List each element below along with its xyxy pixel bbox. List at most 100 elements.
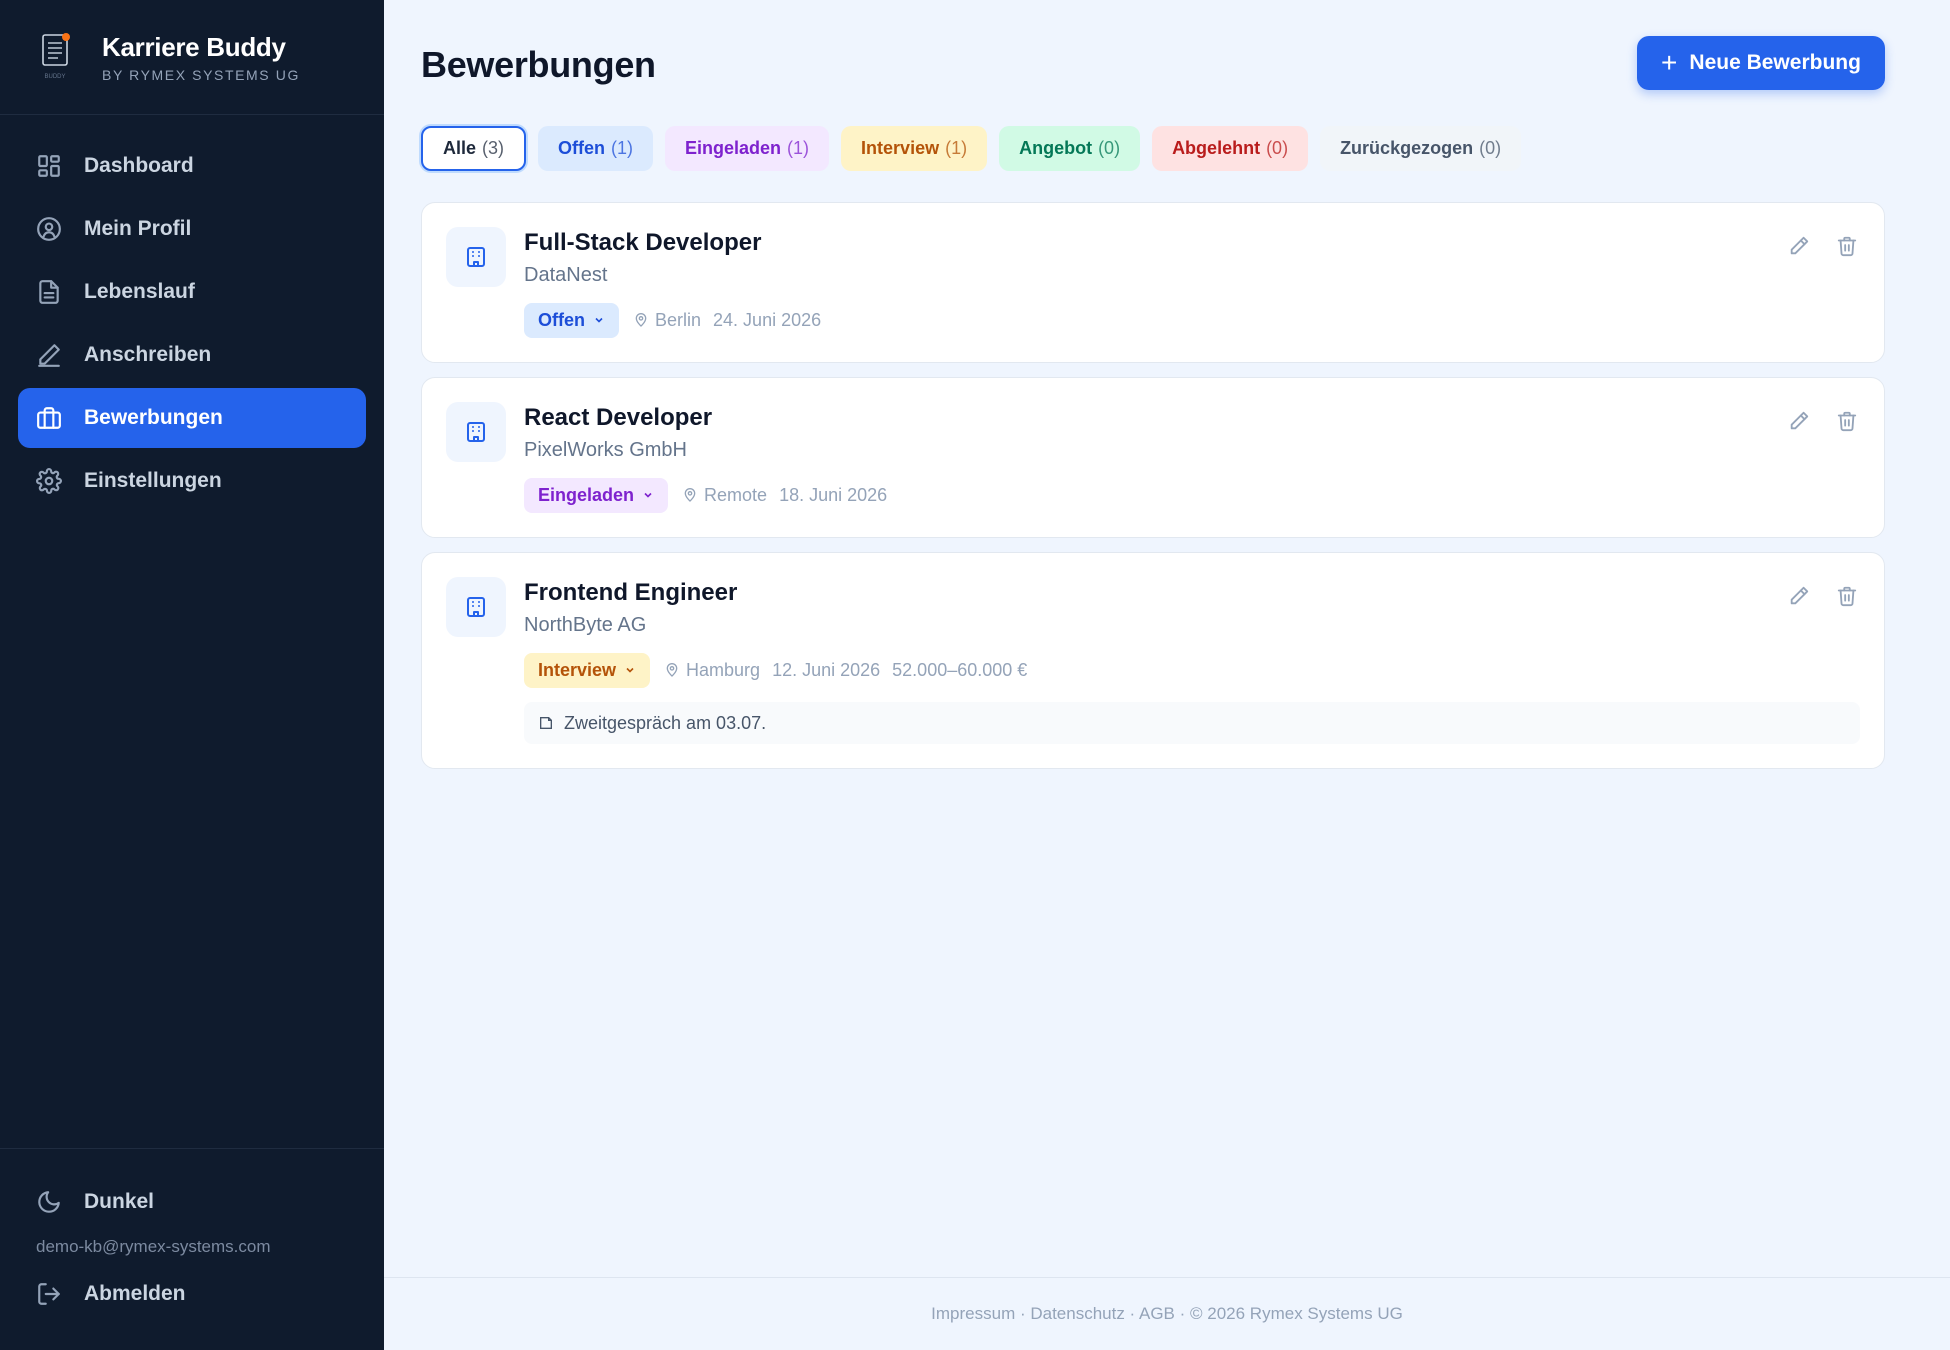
logo-caption: BUDDY [44, 74, 65, 80]
sidebar-item-dashboard[interactable]: Dashboard [18, 136, 366, 196]
company-building-icon [446, 402, 506, 462]
status-dropdown[interactable]: Interview [524, 652, 651, 688]
filter-chip-eingeladen[interactable]: Eingeladen (1) [665, 126, 830, 171]
filter-count: (1) [945, 138, 968, 158]
moon-icon [38, 1191, 60, 1213]
filter-count: (1) [787, 138, 810, 158]
trash-icon [1837, 236, 1857, 257]
trash-icon [1837, 411, 1857, 432]
card-actions [1788, 235, 1858, 257]
sidebar-nav: Dashboard Mein Profil Lebenslauf Anschre… [0, 115, 384, 511]
filter-chip-abgelehnt[interactable]: Abgelehnt (0) [1152, 126, 1309, 171]
application-note: Zweitgespräch am 03.07. [524, 702, 1860, 744]
filter-label: Zurückgezogen [1340, 138, 1474, 158]
status-label: Eingeladen [538, 484, 635, 505]
filter-chip-angebot[interactable]: Angebot (0) [999, 126, 1141, 171]
application-card[interactable]: React Developer PixelWorks GmbH Eingelad… [421, 377, 1885, 538]
note-text: Zweitgespräch am 03.07. [564, 712, 767, 733]
location-text: Hamburg [686, 659, 761, 680]
job-title: Full-Stack Developer [524, 229, 762, 256]
filter-count: (3) [482, 138, 505, 158]
status-dropdown[interactable]: Eingeladen [524, 477, 669, 513]
job-title: Frontend Engineer [524, 579, 738, 606]
filter-chip-offen[interactable]: Offen (1) [538, 126, 654, 171]
filter-label: Interview [861, 138, 940, 158]
application-date: 24. Juni 2026 [713, 309, 822, 330]
location: Hamburg [664, 660, 760, 681]
edit-button[interactable] [1788, 585, 1810, 607]
card-actions [1788, 410, 1858, 432]
pencil-icon [1790, 236, 1809, 255]
logo-icon: BUDDY [36, 29, 78, 85]
delete-button[interactable] [1836, 585, 1858, 607]
chevron-down-icon [644, 492, 652, 498]
status-label: Interview [538, 659, 617, 680]
sidebar-item-label: Lebenslauf [84, 280, 195, 303]
user-circle-icon [37, 217, 61, 241]
filter-label: Offen [558, 138, 606, 158]
filter-chip-zurueckgezogen[interactable]: Zurückgezogen (0) [1320, 126, 1522, 171]
status-label: Offen [538, 309, 585, 330]
edit-button[interactable] [1788, 410, 1810, 432]
map-pin-icon [666, 663, 678, 677]
trash-icon [1837, 586, 1857, 607]
sidebar-item-profile[interactable]: Mein Profil [18, 199, 366, 259]
status-dropdown[interactable]: Offen [524, 302, 619, 338]
card-actions [1788, 585, 1858, 607]
sidebar-item-settings[interactable]: Einstellungen [18, 451, 366, 511]
location: Berlin [633, 310, 701, 331]
map-pin-icon [684, 488, 696, 502]
application-card[interactable]: Frontend Engineer NorthByte AG Interview… [421, 552, 1885, 769]
logout-button[interactable]: Abmelden [0, 1269, 384, 1319]
filter-label: Angebot [1019, 138, 1093, 158]
note-icon [540, 717, 552, 729]
page-footer: Impressum · Datenschutz · AGB · © 2026 R… [384, 1277, 1950, 1350]
gear-icon [36, 468, 62, 494]
sidebar-item-resume[interactable]: Lebenslauf [18, 262, 366, 322]
delete-button[interactable] [1836, 235, 1858, 257]
dashboard-icon [38, 155, 60, 177]
application-date: 18. Juni 2026 [779, 484, 888, 505]
new-application-label: Neue Bewerbung [1689, 51, 1861, 74]
filter-label: Abgelehnt [1172, 138, 1261, 158]
sidebar-item-label: Mein Profil [84, 217, 192, 240]
document-icon [39, 280, 59, 304]
filter-count: (1) [611, 138, 634, 158]
location: Remote [682, 485, 767, 506]
delete-button[interactable] [1836, 410, 1858, 432]
sidebar-item-label: Anschreiben [84, 343, 212, 366]
application-date: 12. Juni 2026 [772, 659, 881, 680]
job-title: React Developer [524, 404, 713, 431]
sidebar-item-label: Bewerbungen [84, 406, 223, 429]
pencil-icon [1790, 586, 1809, 605]
brand[interactable]: BUDDY Karriere Buddy BY RYMEX SYSTEMS UG [0, 0, 384, 115]
pencil-icon [1790, 411, 1809, 430]
sidebar-item-applications[interactable]: Bewerbungen [18, 388, 366, 448]
company-name: DataNest [524, 264, 608, 286]
logout-label: Abmelden [84, 1282, 186, 1305]
footer-links[interactable]: Impressum · Datenschutz · AGB · © 2026 R… [931, 1304, 1403, 1324]
application-card[interactable]: Full-Stack Developer DataNest Offen Berl… [421, 202, 1885, 363]
status-filter-bar: Alle (3) Offen (1) Eingeladen (1) Interview… [421, 126, 1522, 171]
map-pin-icon [635, 313, 647, 327]
theme-toggle[interactable]: Dunkel [0, 1177, 384, 1227]
filter-count: (0) [1098, 138, 1121, 158]
location-text: Berlin [655, 309, 702, 330]
sidebar-item-label: Einstellungen [84, 469, 222, 492]
filter-chip-all[interactable]: Alle (3) [421, 126, 527, 171]
company-name: NorthByte AG [524, 614, 647, 636]
filter-chip-interview[interactable]: Interview (1) [841, 126, 988, 171]
new-application-button[interactable]: + Neue Bewerbung [1637, 36, 1885, 90]
company-building-icon [446, 227, 506, 287]
chevron-down-icon [626, 667, 634, 673]
chevron-down-icon [595, 317, 603, 323]
salary-range: 52.000–60.000 € [892, 659, 1028, 680]
plus-icon: + [1661, 47, 1678, 78]
theme-toggle-label: Dunkel [84, 1190, 155, 1213]
company-building-icon [446, 577, 506, 637]
sidebar-item-cover-letter[interactable]: Anschreiben [18, 325, 366, 385]
edit-button[interactable] [1788, 235, 1810, 257]
company-name: PixelWorks GmbH [524, 439, 687, 461]
logout-icon [38, 1283, 60, 1305]
pen-icon [38, 344, 60, 367]
